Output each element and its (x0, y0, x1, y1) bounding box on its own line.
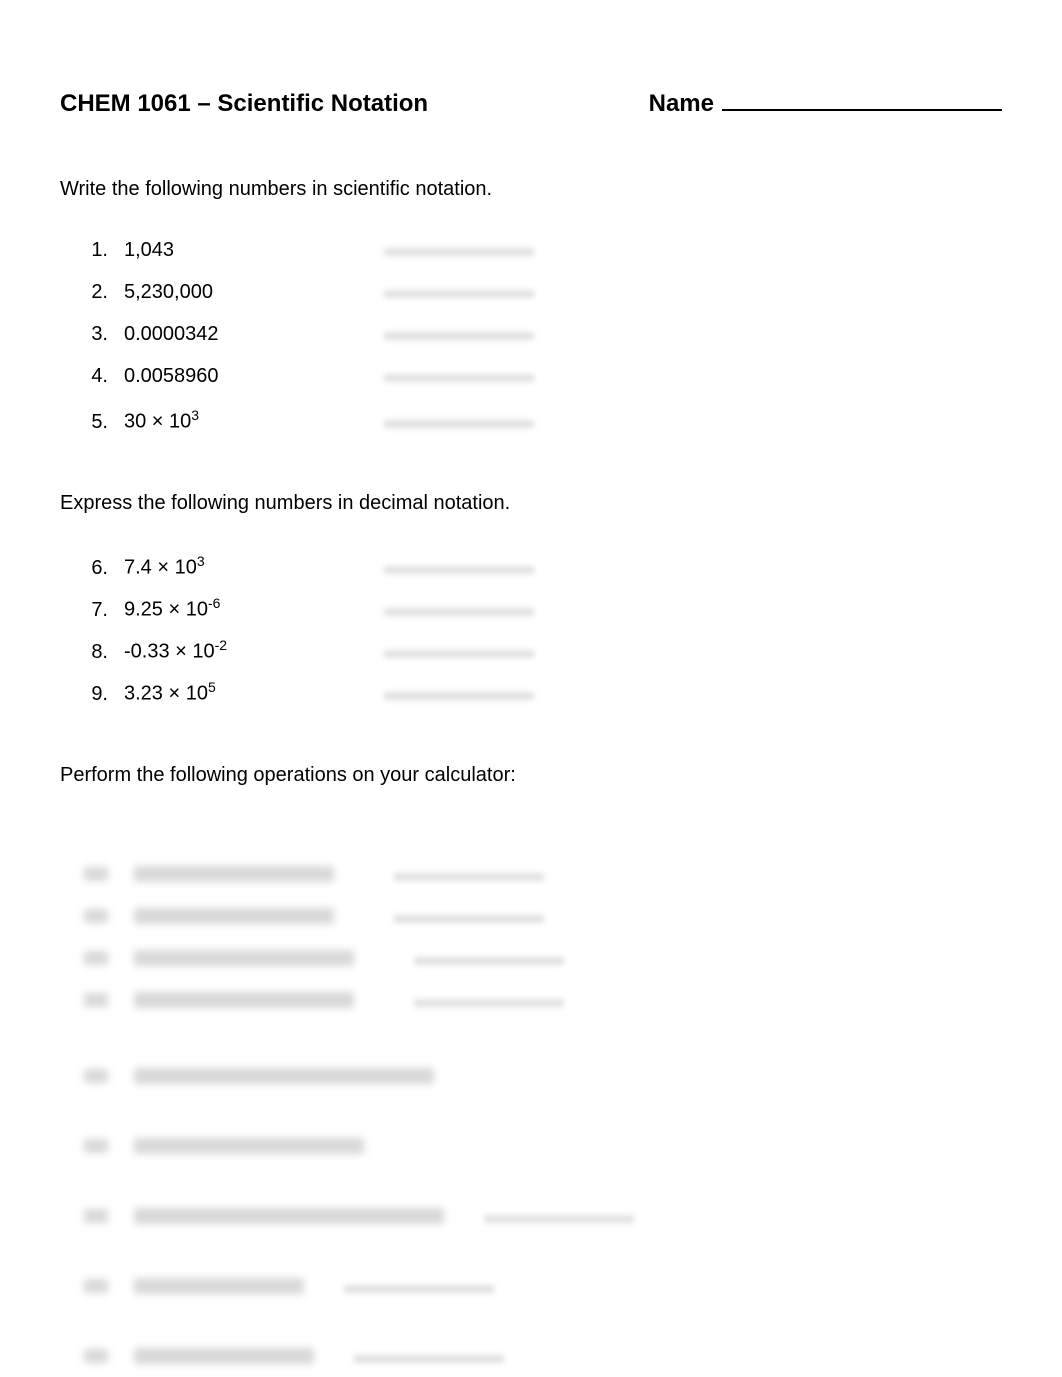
item-content: 0.0000342 (124, 323, 384, 346)
answer-blank[interactable] (384, 290, 534, 298)
item-number: 9. (84, 683, 124, 706)
blurred-number (84, 1279, 108, 1293)
instruction-2: Express the following numbers in decimal… (60, 492, 1002, 515)
blurred-content (134, 866, 334, 882)
name-input-line[interactable] (722, 85, 1002, 111)
blurred-row (60, 1271, 1002, 1301)
blurred-number (84, 909, 108, 923)
blurred-row (60, 985, 1002, 1015)
item-content: 9.25 × 10-6 (124, 595, 384, 622)
blurred-answer-line (484, 1215, 634, 1223)
blurred-number (84, 1139, 108, 1153)
item-content: 0.0058960 (124, 365, 384, 388)
item-content: 3.23 × 105 (124, 679, 384, 706)
problem-item: 3.0.0000342 (84, 323, 1002, 353)
blurred-number (84, 993, 108, 1007)
item-number: 2. (84, 281, 124, 304)
blurred-content (134, 1348, 314, 1364)
item-content: 1,043 (124, 239, 384, 262)
answer-blank[interactable] (384, 608, 534, 616)
answer-blank[interactable] (384, 566, 534, 574)
header-row: CHEM 1061 – Scientific Notation Name (60, 85, 1002, 118)
blurred-row (60, 859, 1002, 889)
blurred-content (134, 950, 354, 966)
problem-item: 7.9.25 × 10-6 (84, 595, 1002, 625)
blurred-content-area (60, 859, 1002, 1371)
item-content: 30 × 103 (124, 407, 384, 434)
name-field: Name (649, 85, 1002, 118)
answer-blank[interactable] (384, 650, 534, 658)
answer-blank[interactable] (384, 692, 534, 700)
item-number: 1. (84, 239, 124, 262)
answer-blank[interactable] (384, 374, 534, 382)
blurred-number (84, 1349, 108, 1363)
blurred-row (60, 943, 1002, 973)
problem-item: 1.1,043 (84, 239, 1002, 269)
blurred-row (60, 901, 1002, 931)
blurred-number (84, 951, 108, 965)
problem-item: 4.0.0058960 (84, 365, 1002, 395)
answer-blank[interactable] (384, 332, 534, 340)
blurred-answer-line (354, 1355, 504, 1363)
item-content: 7.4 × 103 (124, 553, 384, 580)
item-number: 3. (84, 323, 124, 346)
answer-blank[interactable] (384, 420, 534, 428)
item-number: 6. (84, 557, 124, 580)
name-label: Name (649, 90, 714, 118)
section-scientific-notation: Write the following numbers in scientifi… (60, 178, 1002, 437)
problem-item: 5.30 × 103 (84, 407, 1002, 437)
item-number: 4. (84, 365, 124, 388)
problem-item: 2.5,230,000 (84, 281, 1002, 311)
blurred-row (60, 1131, 1002, 1161)
item-number: 7. (84, 599, 124, 622)
problem-item: 6.7.4 × 103 (84, 553, 1002, 583)
blurred-row (60, 1061, 1002, 1091)
item-content: 5,230,000 (124, 281, 384, 304)
blurred-content (134, 1138, 364, 1154)
blurred-answer-line (414, 999, 564, 1007)
page-title: CHEM 1061 – Scientific Notation (60, 90, 428, 118)
blurred-row (60, 1201, 1002, 1231)
blurred-number (84, 1069, 108, 1083)
blurred-content (134, 992, 354, 1008)
section-calculator-ops: Perform the following operations on your… (60, 764, 1002, 1371)
blurred-answer-line (414, 957, 564, 965)
blurred-content (134, 1068, 434, 1084)
section-decimal-notation: Express the following numbers in decimal… (60, 492, 1002, 709)
blurred-answer-line (394, 915, 544, 923)
blurred-number (84, 867, 108, 881)
blurred-content (134, 908, 334, 924)
answer-blank[interactable] (384, 248, 534, 256)
blurred-content (134, 1208, 444, 1224)
problem-list-1: 1.1,0432.5,230,0003.0.00003424.0.0058960… (60, 239, 1002, 437)
instruction-1: Write the following numbers in scientifi… (60, 178, 1002, 201)
blurred-number (84, 1209, 108, 1223)
instruction-3: Perform the following operations on your… (60, 764, 1002, 787)
problem-item: 9.3.23 × 105 (84, 679, 1002, 709)
item-number: 5. (84, 411, 124, 434)
blurred-content (134, 1278, 304, 1294)
problem-item: 8.-0.33 × 10-2 (84, 637, 1002, 667)
item-number: 8. (84, 641, 124, 664)
blurred-answer-line (394, 873, 544, 881)
blurred-row (60, 1341, 1002, 1371)
problem-list-2: 6.7.4 × 1037.9.25 × 10-68.-0.33 × 10-29.… (60, 553, 1002, 709)
item-content: -0.33 × 10-2 (124, 637, 384, 664)
blurred-answer-line (344, 1285, 494, 1293)
